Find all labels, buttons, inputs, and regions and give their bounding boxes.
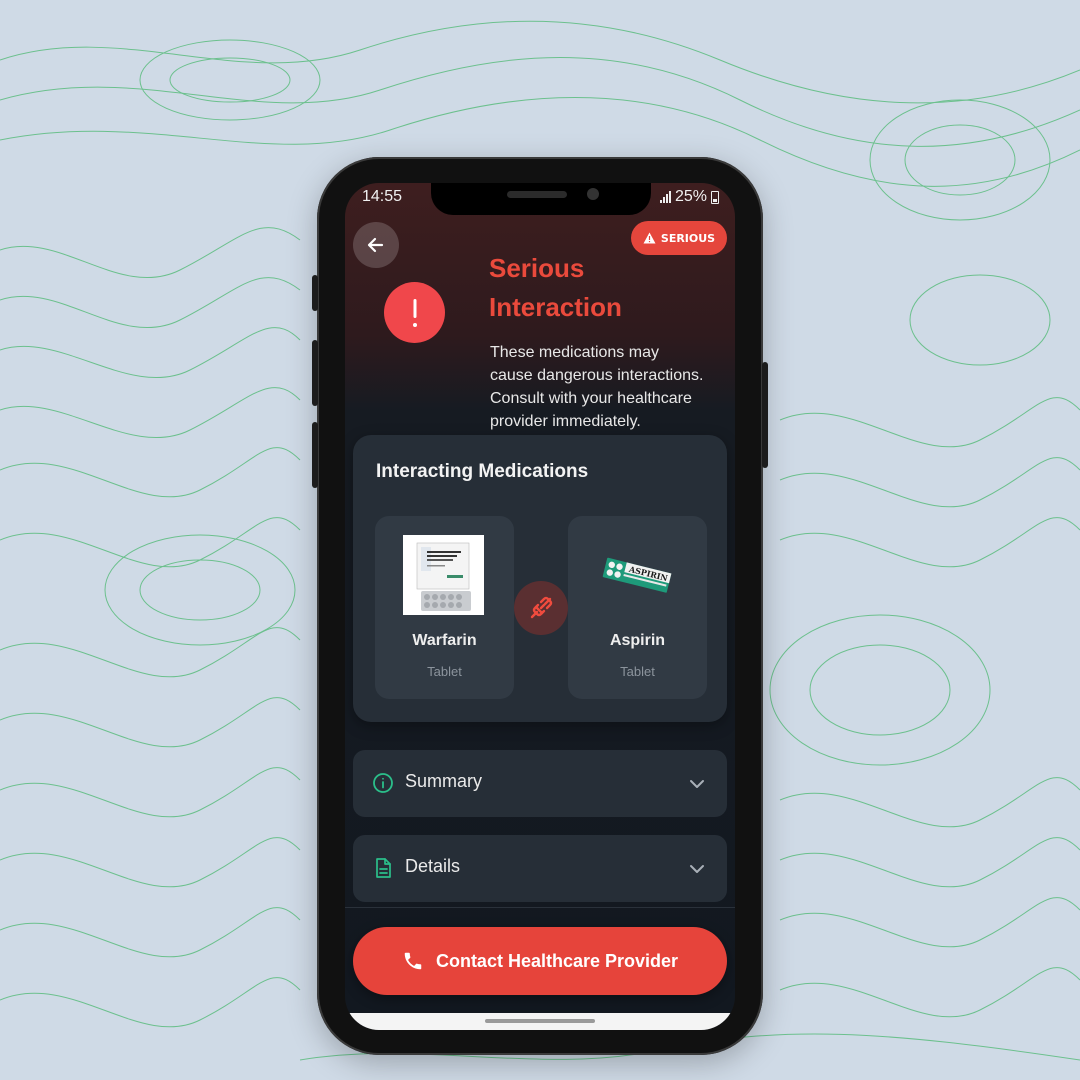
alert-circle <box>384 282 445 343</box>
page-title: Serious Interaction <box>489 249 689 327</box>
medication-form: Tablet <box>620 664 655 679</box>
camera-notch <box>431 183 651 215</box>
document-icon <box>376 858 391 878</box>
interaction-link <box>514 581 568 635</box>
badge-label: SERIOUS <box>660 231 716 245</box>
contact-provider-button[interactable]: Contact Healthcare Provider <box>353 927 727 995</box>
battery-percent: 25% <box>674 188 707 205</box>
phone-icon <box>404 952 422 970</box>
title-line-1: Serious <box>489 253 585 283</box>
summary-accordion[interactable]: Summary <box>353 750 727 817</box>
battery-icon <box>711 190 719 204</box>
speaker <box>507 191 567 198</box>
interacting-medications-card: Interacting Medications Warfarin Tablet <box>353 435 727 722</box>
medication-name: Aspirin <box>609 632 666 649</box>
chevron-down-icon <box>690 865 704 873</box>
aspirin-package-image: ASPIRIN <box>596 535 677 615</box>
exclamation-icon <box>412 298 417 327</box>
medication-name: Warfarin <box>412 632 477 649</box>
front-camera <box>587 188 599 200</box>
medication-form: Tablet <box>427 664 462 679</box>
warning-triangle-icon <box>643 232 656 244</box>
medication-card-warfarin[interactable]: Warfarin Tablet <box>375 516 514 699</box>
cta-label: Contact Healthcare Provider <box>435 950 679 971</box>
details-accordion[interactable]: Details <box>353 835 727 902</box>
accordion-label: Details <box>405 856 461 876</box>
back-button[interactable] <box>353 222 399 268</box>
title-line-2: Interaction <box>489 292 622 322</box>
chevron-down-icon <box>690 780 704 788</box>
signal-icon <box>659 191 671 203</box>
phone-side-button <box>312 422 318 488</box>
accordion-label: Summary <box>405 771 483 791</box>
interaction-description: These medications may cause dangerous in… <box>490 344 704 430</box>
status-time: 14:55 <box>362 188 403 205</box>
bottom-divider <box>345 907 735 908</box>
status-right: 25% <box>659 188 719 206</box>
arrow-left-icon <box>367 237 384 253</box>
medication-card-aspirin[interactable]: ASPIRIN Aspirin Tablet <box>568 516 707 699</box>
broken-link-icon <box>530 596 553 619</box>
system-nav-bar <box>345 1013 735 1030</box>
info-circle-icon <box>373 773 393 793</box>
phone-side-button <box>312 275 318 311</box>
phone-side-button <box>312 340 318 406</box>
app-screen: 14:55 25% SERIOUS Serious Interaction Th… <box>345 183 735 1030</box>
phone-side-button <box>762 362 768 468</box>
warfarin-package-image <box>403 535 484 615</box>
card-title: Interacting Medications <box>376 461 589 482</box>
home-indicator[interactable] <box>485 1019 595 1023</box>
